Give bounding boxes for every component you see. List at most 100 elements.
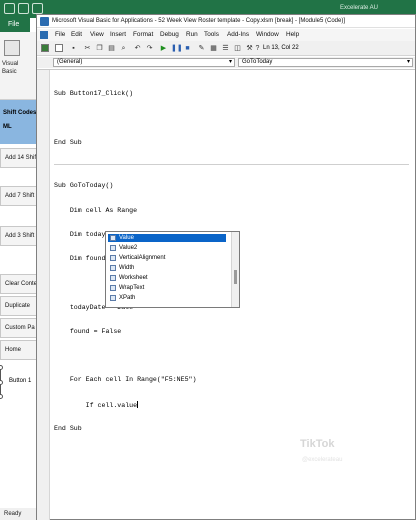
save-icon[interactable]	[18, 3, 29, 14]
resize-handle[interactable]	[0, 380, 3, 385]
code-line[interactable]: End Sub	[54, 139, 409, 147]
properties-icon[interactable]: ☰	[221, 44, 230, 53]
insert-module-icon[interactable]	[55, 44, 63, 52]
vba-editor-window: Microsoft Visual Basic for Applications …	[36, 14, 416, 520]
intellisense-item-label: Value	[119, 235, 134, 241]
design-mode-icon[interactable]: ✎	[197, 44, 206, 53]
excel-view-icon[interactable]	[41, 44, 49, 52]
object-browser-icon[interactable]: ◫	[233, 44, 242, 53]
redo-icon[interactable]: ↷	[145, 44, 154, 53]
find-icon[interactable]: ⌕	[119, 44, 128, 53]
project-explorer-icon[interactable]: ▦	[209, 44, 218, 53]
menu-tools[interactable]: Tools	[204, 31, 219, 38]
visual-basic-label[interactable]: Visual Basic	[2, 60, 32, 76]
property-icon	[110, 275, 116, 281]
property-icon	[110, 255, 116, 261]
vba-title-bar: Microsoft Visual Basic for Applications …	[37, 15, 415, 28]
intellisense-item-label: WrapText	[119, 285, 145, 291]
selected-button-label: Button 1	[9, 378, 32, 384]
visual-basic-icon[interactable]	[4, 40, 20, 56]
save-icon[interactable]: ▪	[69, 44, 78, 53]
resize-handle[interactable]	[0, 365, 3, 370]
intellisense-item-label: Width	[119, 265, 135, 271]
menu-format[interactable]: Format	[133, 31, 153, 38]
menu-file[interactable]: File	[55, 31, 65, 38]
menu-add-ins[interactable]: Add-Ins	[227, 31, 249, 38]
module-icon[interactable]	[40, 31, 48, 39]
code-line[interactable]	[54, 352, 409, 360]
procedure-dropdown[interactable]: GoToToday ▾	[238, 58, 413, 67]
code-line[interactable]: found = False	[54, 328, 409, 336]
intellisense-item-value2[interactable]: Value2	[108, 244, 226, 252]
object-dropdown-value: (General)	[57, 59, 83, 65]
intellisense-item-label: XPath	[119, 295, 136, 301]
intellisense-item-width[interactable]: Width	[108, 264, 226, 272]
code-line[interactable]: Sub GoToToday()	[54, 182, 409, 190]
vba-menu-bar: File Edit View Insert Format Debug Run T…	[37, 29, 415, 41]
code-line[interactable]: End Sub	[54, 425, 409, 433]
code-line[interactable]: Dim cell As Range	[54, 207, 409, 215]
intellisense-item-verticalalignment[interactable]: VerticalAlignment	[108, 254, 226, 262]
watermark-brand: TikTok	[300, 438, 335, 450]
menu-edit[interactable]: Edit	[71, 31, 82, 38]
intellisense-item-label: Worksheet	[119, 275, 148, 281]
cut-icon[interactable]: ✂	[83, 44, 92, 53]
property-icon	[110, 295, 116, 301]
undo-icon[interactable]: ↶	[133, 44, 142, 53]
chevron-down-icon[interactable]: ▾	[407, 59, 410, 66]
add-14-shifts-button[interactable]: Add 14 Shif	[0, 148, 38, 168]
paste-icon[interactable]: ▤	[107, 44, 116, 53]
add-3-shifts-button[interactable]: Add 3 Shift	[0, 226, 38, 246]
object-dropdown[interactable]: (General) ▾	[53, 58, 235, 67]
intellisense-item-value[interactable]: Value	[108, 234, 226, 242]
intellisense-item-label: VerticalAlignment	[119, 255, 166, 261]
break-icon[interactable]: ❚❚	[171, 44, 183, 53]
menu-insert[interactable]: Insert	[110, 31, 126, 38]
procedure-dropdown-value: GoToToday	[242, 59, 273, 65]
status-bar: Ready	[0, 508, 38, 520]
selected-button-shape[interactable]: Button 1	[0, 365, 38, 399]
clear-contents-button[interactable]: Clear Conte	[0, 274, 38, 294]
custom-pattern-button[interactable]: Custom Pa	[0, 318, 38, 338]
intellisense-scrollbar[interactable]	[231, 232, 239, 307]
reset-icon[interactable]: ■	[183, 44, 192, 53]
menu-help[interactable]: Help	[286, 31, 299, 38]
shift-codes-cell[interactable]: Shift Codes ML	[0, 100, 38, 144]
code-line[interactable]: For Each cell In Range("F5:NE5")	[54, 376, 409, 384]
code-margin[interactable]	[37, 70, 50, 520]
property-icon	[110, 245, 116, 251]
copy-icon[interactable]: ❐	[95, 44, 104, 53]
active-line-text[interactable]: If cell.value	[54, 402, 137, 409]
menu-run[interactable]: Run	[186, 31, 198, 38]
duplicate-button[interactable]: Duplicate	[0, 296, 38, 316]
scrollbar-thumb[interactable]	[234, 270, 237, 284]
menu-debug[interactable]: Debug	[160, 31, 179, 38]
intellisense-list[interactable]: Value Value2 VerticalAlignment Width Wor…	[105, 231, 240, 308]
undo-icon[interactable]	[32, 3, 43, 14]
home-button[interactable]: Home	[0, 340, 38, 360]
menu-view[interactable]: View	[90, 31, 104, 38]
code-window[interactable]: Sub Button17_Click() End Sub Sub GoToTod…	[37, 69, 415, 520]
intellisense-item-worksheet[interactable]: Worksheet	[108, 274, 226, 282]
add-7-shifts-button[interactable]: Add 7 Shift	[0, 186, 38, 206]
intellisense-item-xpath[interactable]: XPath	[108, 294, 226, 302]
property-icon	[110, 285, 116, 291]
shift-codes-label: Shift Codes	[3, 110, 37, 116]
code-line[interactable]: Sub Button17_Click()	[54, 90, 409, 98]
property-icon	[110, 235, 116, 241]
menu-window[interactable]: Window	[256, 31, 279, 38]
code-line[interactable]	[54, 114, 409, 122]
property-icon	[110, 265, 116, 271]
run-icon[interactable]: ▶	[159, 44, 168, 53]
help-icon[interactable]: ?	[253, 44, 262, 53]
vba-toolbar: ▪ ✂ ❐ ▤ ⌕ ↶ ↷ ▶ ❚❚ ■ ✎ ▦ ☰ ◫ ⚒ ? Ln 13, …	[37, 41, 415, 56]
code-line-active[interactable]: If cell.value	[54, 400, 409, 409]
resize-handle[interactable]	[0, 394, 3, 399]
code-combo-row: (General) ▾ GoToToday ▾	[37, 57, 415, 68]
autosave-icon[interactable]	[4, 3, 15, 14]
excel-ribbon: Visual Basic	[0, 32, 36, 100]
excel-file-tab[interactable]: File	[0, 18, 30, 32]
worksheet-area: Shift Codes ML Add 14 Shif Add 7 Shift A…	[0, 100, 38, 512]
intellisense-item-wraptext[interactable]: WrapText	[108, 284, 226, 292]
chevron-down-icon[interactable]: ▾	[229, 59, 232, 66]
